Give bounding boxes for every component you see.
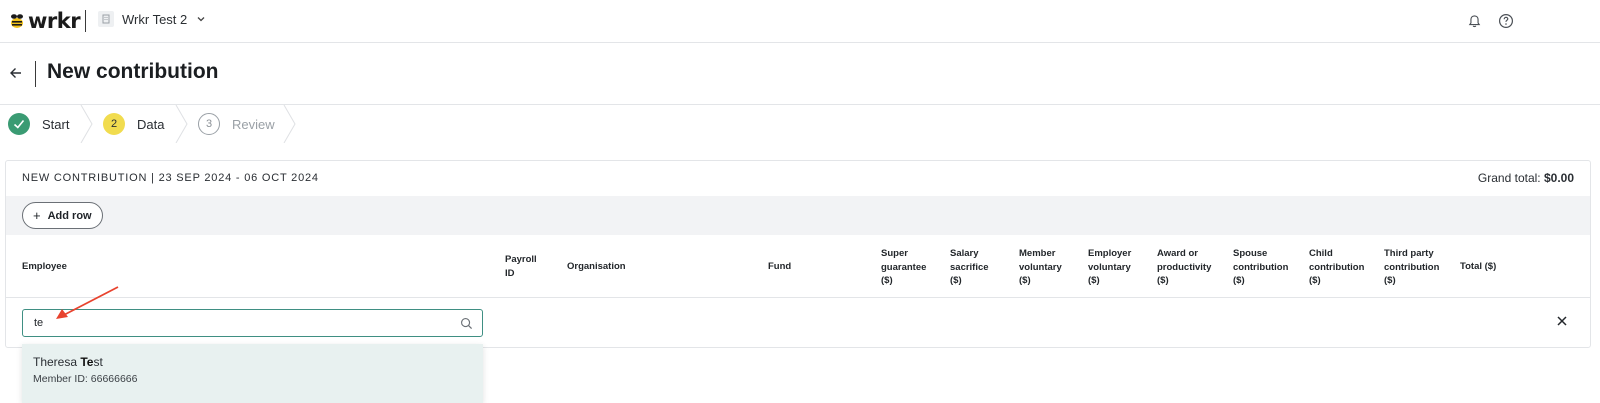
organisation-switcher[interactable]: Wrkr Test 2 (98, 11, 207, 27)
organisation-name: Wrkr Test 2 (122, 11, 188, 27)
column-employee: Employee (22, 261, 67, 272)
close-icon[interactable] (1556, 315, 1568, 327)
bell-icon[interactable] (1465, 12, 1483, 30)
suggestion-name: Theresa Test (33, 355, 103, 369)
table-row: te (6, 299, 1590, 349)
plus-icon: + (33, 208, 41, 223)
grand-total-value: $0.00 (1543, 171, 1574, 185)
page-header: New contribution (0, 43, 1600, 105)
name-prefix: Theresa (33, 355, 81, 369)
column-label-line: voluntary (1088, 261, 1131, 273)
logo-text: wrkr (28, 9, 81, 33)
employee-suggestion[interactable]: Theresa Test Member ID: 66666666 (22, 344, 483, 403)
column-label-line: Child (1309, 248, 1333, 259)
column-label-line: Payroll (505, 254, 537, 265)
building-icon (98, 11, 114, 27)
column-label-line: ($) (950, 275, 962, 286)
column-label-line: productivity (1157, 261, 1212, 273)
column-payroll-id: Payroll ID (505, 253, 537, 280)
column-total: Total ($) (1460, 261, 1497, 272)
step-separator (80, 105, 93, 143)
progress-steps: Start 2 Data 3 Review (0, 105, 1600, 143)
help-icon[interactable] (1497, 12, 1515, 30)
column-salary-sacrifice: Salary sacrifice ($) (950, 247, 989, 288)
column-label-line: Salary (950, 248, 979, 259)
column-fund: Fund (768, 261, 792, 272)
name-suffix: st (93, 355, 103, 369)
card-header: NEW CONTRIBUTION | 23 SEP 2024 - 06 OCT … (6, 161, 1590, 196)
step-number: 2 (103, 113, 125, 135)
column-label-line: ($) (1088, 275, 1100, 286)
column-third-party-contribution: Third party contribution ($) (1384, 247, 1439, 288)
divider (35, 61, 36, 87)
column-organisation: Organisation (567, 261, 626, 272)
grand-total-label: Grand total: (1477, 171, 1541, 185)
step-label: Start (42, 116, 70, 132)
column-spouse-contribution: Spouse contribution ($) (1233, 247, 1288, 288)
step-separator (283, 105, 296, 143)
column-label-line: Super (881, 248, 908, 259)
column-label-line: ($) (881, 275, 893, 286)
search-input-value: te (34, 317, 44, 329)
page-title: New contribution (47, 60, 219, 83)
column-label-line: contribution (1309, 261, 1365, 273)
column-label-line: ($) (1019, 275, 1031, 286)
contribution-card: NEW CONTRIBUTION | 23 SEP 2024 - 06 OCT … (5, 160, 1591, 348)
step-number: 3 (198, 113, 220, 135)
search-icon (461, 318, 473, 330)
card-title: NEW CONTRIBUTION | 23 SEP 2024 - 06 OCT … (22, 172, 319, 184)
column-label-line: Employer (1088, 248, 1132, 259)
column-label-line: Spouse (1233, 248, 1268, 259)
column-label-line: ($) (1384, 275, 1396, 286)
column-label-line: ID (505, 267, 515, 279)
column-child-contribution: Child contribution ($) (1309, 247, 1364, 288)
column-employer-voluntary: Employer voluntary ($) (1088, 247, 1131, 288)
column-award-productivity: Award or productivity ($) (1157, 247, 1211, 288)
check-icon (8, 113, 30, 135)
step-data[interactable]: 2 Data (103, 105, 164, 143)
card-toolbar: + Add row (6, 196, 1590, 235)
column-label-line: ($) (1157, 275, 1169, 286)
column-label-line: ($) (1233, 275, 1245, 286)
column-label-line: sacrifice (950, 261, 989, 273)
chevron-down-icon (197, 17, 205, 22)
column-super-guarantee: Super guarantee ($) (881, 247, 926, 288)
table-header: Employee Payroll ID Organisation Fund Su… (6, 235, 1590, 298)
divider (85, 10, 86, 32)
step-separator (175, 105, 188, 143)
grand-total: Grand total: $0.00 (1478, 171, 1574, 185)
wrkr-logo[interactable]: wrkr (8, 9, 81, 33)
step-label: Review (232, 116, 275, 132)
step-label: Data (137, 116, 165, 132)
name-match: Te (80, 355, 94, 369)
column-label-line: Member (1019, 248, 1056, 259)
column-label-line: guarantee (881, 261, 927, 273)
top-bar: wrkr Wrkr Test 2 (0, 0, 1600, 43)
suggestion-member-id: Member ID: 66666666 (33, 373, 138, 385)
top-actions (1465, 12, 1515, 30)
back-button[interactable] (8, 65, 26, 83)
column-label-line: contribution (1384, 261, 1440, 273)
step-start[interactable]: Start (8, 105, 69, 143)
add-row-label: Add row (47, 209, 92, 222)
step-review[interactable]: 3 Review (198, 105, 275, 143)
column-label-line: voluntary (1019, 261, 1062, 273)
column-label-line: ($) (1309, 275, 1321, 286)
column-label-line: Third party (1384, 248, 1434, 259)
employee-search-input[interactable]: te (22, 309, 483, 337)
bee-logo-icon (8, 12, 26, 30)
add-row-button[interactable]: + Add row (22, 202, 103, 229)
arrow-left-icon (10, 68, 21, 78)
column-label-line: Award or (1157, 248, 1199, 259)
column-label-line: contribution (1233, 261, 1289, 273)
column-member-voluntary: Member voluntary ($) (1019, 247, 1062, 288)
